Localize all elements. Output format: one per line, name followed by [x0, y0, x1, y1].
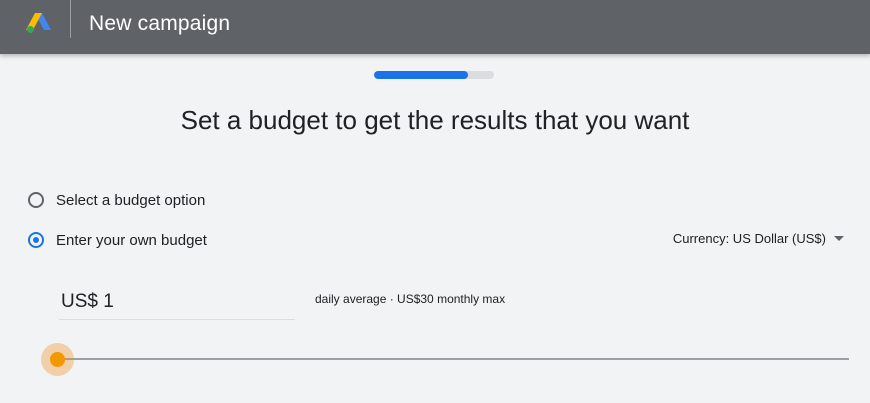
section-heading: Set a budget to get the results that you…: [180, 105, 690, 135]
radio-label: Select a budget option: [56, 191, 206, 209]
radio-button[interactable]: [28, 192, 44, 208]
budget-hint: daily average · US$30 monthly max: [315, 292, 506, 306]
header-divider: [70, 0, 71, 38]
budget-slider-thumb[interactable]: [41, 343, 74, 376]
currency-dropdown[interactable]: Currency: US Dollar (US$): [673, 231, 844, 246]
currency-label: Currency: US Dollar (US$): [672, 231, 826, 246]
step-progress-fill: [374, 71, 468, 79]
enter-own-budget-radio[interactable]: Enter your own budget: [28, 228, 207, 252]
budget-slider-track[interactable]: [58, 358, 849, 360]
step-progress-bar: [374, 71, 494, 79]
google-ads-logo-icon[interactable]: [26, 12, 52, 34]
dropdown-caret-icon[interactable]: [834, 236, 844, 241]
radio-button[interactable]: [28, 232, 44, 248]
page-title: New campaign: [89, 12, 231, 35]
radio-label: Enter your own budget: [56, 231, 207, 249]
app-header: New campaign: [0, 0, 870, 54]
select-budget-option-radio[interactable]: Select a budget option: [28, 188, 205, 212]
budget-amount-input[interactable]: [59, 284, 295, 320]
